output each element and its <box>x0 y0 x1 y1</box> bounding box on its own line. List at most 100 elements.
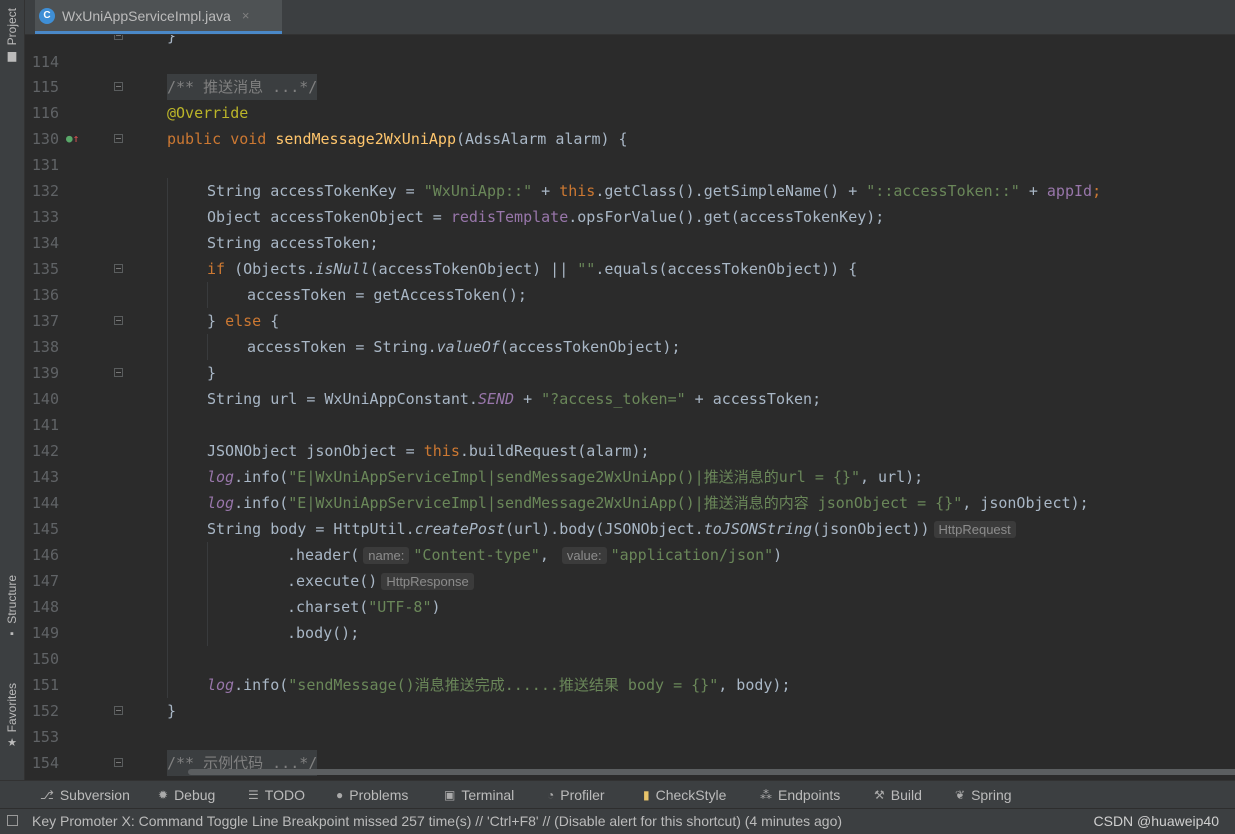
code-line: 147 .header(name: "Content-type", value: "… <box>25 542 1235 590</box>
checkstyle-tool-button[interactable]: ▮ CheckStyle <box>643 781 726 809</box>
code-line: 138 } else { <box>25 308 1235 356</box>
left-tool-strip: Project ▆ Structure ▪ Favorites ★ <box>0 0 25 808</box>
param-hint-name: name: <box>363 547 410 564</box>
structure-tab-label: Structure <box>5 575 19 624</box>
profiler-icon: ◔ <box>547 788 555 802</box>
fold-marker-icon[interactable] <box>114 368 123 377</box>
code-text: .body(); <box>287 624 360 642</box>
endpoints-icon: ⁂ <box>760 788 772 802</box>
code-line: 135 String accessToken; <box>25 230 1235 278</box>
profiler-tool-button[interactable]: ◔ Profiler <box>547 781 605 809</box>
code-text: } <box>167 35 177 45</box>
code-line: 141 String url = WxUniAppConstant.SEND +… <box>25 386 1235 434</box>
expand-marker-icon[interactable] <box>114 82 123 91</box>
spring-tool-button[interactable]: ❦ Spring <box>955 781 1012 809</box>
problems-tool-button[interactable]: ● Problems <box>336 781 408 809</box>
subversion-tool-button[interactable]: ⎇ Subversion <box>40 781 130 809</box>
code-line: 136 if (Objects.isNull(accessTokenObject… <box>25 256 1235 304</box>
code-text: accessToken = getAccessToken(); <box>247 286 527 304</box>
code-line: 139 accessToken = String.valueOf(accessT… <box>25 334 1235 382</box>
code-text: String body = HttpUtil.createPost(url).b… <box>207 516 1020 543</box>
code-text: log.info("sendMessage()消息推送完成......推送结果 … <box>207 676 791 694</box>
code-line: 146 String body = HttpUtil.createPost(ur… <box>25 516 1235 564</box>
code-line: 130 @Override <box>25 100 1235 148</box>
code-line: 134 Object accessTokenObject = redisTemp… <box>25 204 1235 252</box>
code-text: log.info("E|WxUniAppServiceImpl|sendMess… <box>207 494 1089 512</box>
override-annotation: @Override <box>167 104 249 122</box>
horizontal-scrollbar[interactable] <box>188 769 1235 775</box>
code-line: 140 } <box>25 360 1235 408</box>
project-tab-label: Project <box>5 8 19 46</box>
code-text: .charset("UTF-8") <box>287 598 441 616</box>
code-line: 144 log.info("E|WxUniAppServiceImpl|send… <box>25 464 1235 512</box>
code-text: public void sendMessage2WxUniApp(AdssAla… <box>167 130 628 148</box>
close-icon[interactable]: × <box>242 8 250 23</box>
terminal-tool-button[interactable]: ▣ Terminal <box>444 781 514 809</box>
code-text: .header(name: "Content-type", value: "appl… <box>287 546 783 564</box>
expand-marker-icon[interactable] <box>114 758 123 767</box>
code-line: 142 <box>25 412 1235 460</box>
code-line: 149 .charset("UTF-8") <box>25 594 1235 642</box>
star-icon: ★ <box>7 737 17 750</box>
code-line: 133 String accessTokenKey = "WxUniApp::"… <box>25 178 1235 226</box>
watermark: CSDN @huaweip40 <box>1093 813 1220 829</box>
structure-icon: ▪ <box>10 627 14 640</box>
favorites-tab-label: Favorites <box>5 683 19 733</box>
code-text: .execute() HttpResponse <box>287 568 478 595</box>
list-icon: ☰ <box>248 788 259 802</box>
terminal-icon: ▣ <box>444 788 456 802</box>
bug-icon: ✹ <box>158 788 169 802</box>
code-line: 150 .body(); <box>25 620 1235 668</box>
tool-windows-toggle-icon[interactable] <box>7 815 18 826</box>
code-line: 116 /** 推送消息 ...*/ <box>25 74 1235 122</box>
java-class-icon: C <box>39 7 55 24</box>
endpoints-tool-button[interactable]: ⁂ Endpoints <box>760 781 840 809</box>
code-line: 132 <box>25 152 1235 200</box>
code-line: 154 <box>25 724 1235 772</box>
folded-doc-comment[interactable]: /** 推送消息 ...*/ <box>167 74 318 100</box>
code-text: JSONObject jsonObject = this.buildReques… <box>207 442 650 460</box>
implements-method-icon[interactable]: ●↑ <box>66 126 79 152</box>
leaf-icon: ❦ <box>955 788 966 802</box>
fold-marker-icon[interactable] <box>114 706 123 715</box>
checkstyle-icon: ▮ <box>643 788 650 802</box>
tool-window-bar: ⎇ Subversion ✹ Debug ☰ TODO ● Problems ▣ Term… <box>0 780 1235 809</box>
fold-marker-icon[interactable] <box>114 35 123 40</box>
code-line: 115 <box>25 48 1235 96</box>
code-text: } <box>207 364 217 382</box>
code-editor[interactable]: 114 } 115 116 /** 推送消息 ...*/ 130 @Overri… <box>25 35 1235 780</box>
folder-icon: ▆ <box>7 50 17 63</box>
editor-tab-label: WxUniAppServiceImpl.java <box>62 7 231 24</box>
editor-tab-bar: C WxUniAppServiceImpl.java × <box>25 0 1235 35</box>
status-message[interactable]: Key Promoter X: Command Toggle Line Brea… <box>32 813 842 829</box>
code-text: accessToken = String.valueOf(accessToken… <box>247 338 681 356</box>
code-text: Object accessTokenObject = redisTemplate… <box>207 208 885 226</box>
branch-icon: ⎇ <box>40 788 54 802</box>
code-text: String url = WxUniAppConstant.SEND + "?a… <box>207 390 822 408</box>
debug-tool-button[interactable]: ✹ Debug <box>158 781 215 809</box>
code-line: 148 .execute() HttpResponse <box>25 568 1235 616</box>
fold-marker-icon[interactable] <box>114 134 123 143</box>
favorites-tool-tab[interactable]: Favorites ★ <box>0 683 24 749</box>
code-line: 151 <box>25 646 1235 694</box>
todo-tool-button[interactable]: ☰ TODO <box>248 781 305 809</box>
build-tool-button[interactable]: ⚒ Build <box>874 781 922 809</box>
type-hint: HttpRequest <box>933 521 1016 538</box>
code-line: 143 JSONObject jsonObject = this.buildRe… <box>25 438 1235 486</box>
editor-tab-wxuniappserviceimpl[interactable]: C WxUniAppServiceImpl.java × <box>35 0 282 34</box>
code-line: 145 log.info("E|WxUniAppServiceImpl|send… <box>25 490 1235 538</box>
project-tool-tab[interactable]: Project ▆ <box>0 8 24 62</box>
fold-marker-icon[interactable] <box>114 264 123 273</box>
code-line: 131 ●↑ public void sendMessage2WxUniApp(… <box>25 126 1235 174</box>
info-icon: ● <box>336 788 344 802</box>
code-line: 137 accessToken = getAccessToken(); <box>25 282 1235 330</box>
code-text: if (Objects.isNull(accessTokenObject) ||… <box>207 260 858 278</box>
param-hint-value: value: <box>561 547 607 564</box>
code-line: 153 } <box>25 698 1235 746</box>
type-hint: HttpResponse <box>381 573 474 590</box>
code-text: String accessTokenKey = "WxUniApp::" + t… <box>207 182 1102 200</box>
fold-marker-icon[interactable] <box>114 316 123 325</box>
code-text: } <box>167 702 177 720</box>
code-line: 152 log.info("sendMessage()消息推送完成......推… <box>25 672 1235 720</box>
structure-tool-tab[interactable]: Structure ▪ <box>0 575 24 640</box>
